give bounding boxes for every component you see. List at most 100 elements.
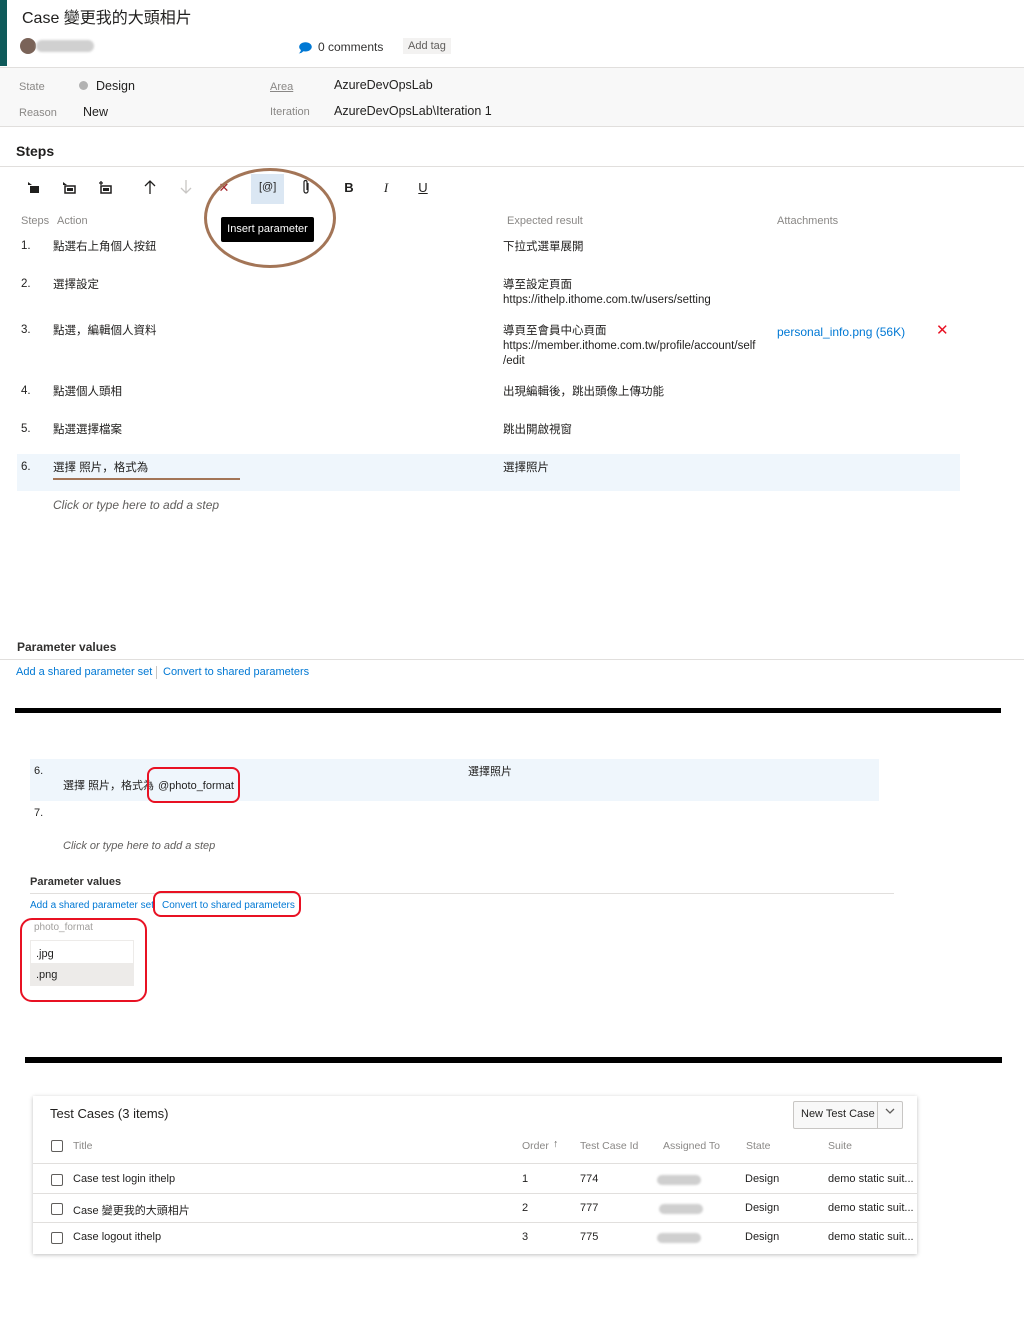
state-value[interactable]: Design [96,79,135,93]
reason-value[interactable]: New [83,105,108,119]
row-divider [33,1222,917,1223]
state-dot-icon [79,81,88,90]
test-case-id: 775 [580,1231,599,1243]
step-expected[interactable]: 跳出開啟視窗 [503,423,572,438]
col-assigned-to[interactable]: Assigned To [663,1140,720,1152]
step-expected-url-cont[interactable]: /edit [503,354,525,369]
step-action[interactable]: 點選選擇檔案 [53,423,122,438]
col-action: Action [57,215,88,227]
link-separator [156,666,157,679]
annotation-box [147,767,240,803]
test-case-state: Design [745,1202,780,1214]
test-case-order: 3 [522,1231,529,1243]
annotation-circle [204,168,336,268]
iteration-label: Iteration [270,106,310,118]
assigned-user-name-blurred[interactable] [36,40,94,52]
row-divider [33,1193,917,1194]
split-divider [877,1102,878,1128]
step-action[interactable]: 點選個人頭相 [53,385,122,400]
editing-underline [53,478,240,480]
step-number: 6. [34,765,44,777]
add-shared-parameter-link[interactable]: Add a shared parameter set [16,666,152,678]
avatar[interactable] [20,38,36,54]
comments-link[interactable]: 0 comments [318,40,383,54]
selected-step-row[interactable] [17,454,960,491]
parameter-values-title: Parameter values [30,876,122,888]
insert-step-icon[interactable] [23,180,43,197]
underline-button[interactable]: U [413,180,433,195]
test-case-order: 2 [522,1202,529,1214]
italic-button[interactable]: I [376,180,396,196]
step-action[interactable]: 選擇設定 [53,278,99,293]
iteration-value[interactable]: AzureDevOpsLab\Iteration 1 [334,104,492,118]
new-test-case-button[interactable]: New Test Case [801,1108,875,1120]
step-number: 1. [21,240,31,252]
step-number: 5. [21,423,31,435]
annotation-box [153,891,301,917]
select-all-checkbox[interactable] [51,1140,63,1152]
step-action[interactable]: 選擇 照片，格式為 [63,779,154,794]
create-shared-steps-icon[interactable] [96,180,116,197]
row-checkbox[interactable] [51,1232,63,1244]
step-action[interactable]: 點選，編輯個人資料 [53,324,157,339]
step-expected[interactable]: 下拉式選單展開 [503,240,584,255]
test-case-suite: demo static suit... [828,1231,914,1243]
step-number: 6. [21,461,31,473]
col-steps: Steps [21,215,50,227]
step-action[interactable]: 點選右上角個人按鈕 [53,240,157,255]
step-number: 4. [21,385,31,397]
section-divider [25,1057,1002,1063]
step-expected-url[interactable]: https://member.ithome.com.tw/profile/acc… [503,339,755,354]
params-divider [0,659,1024,660]
annotation-box [20,918,147,1002]
parameter-values-title: Parameter values [17,640,117,654]
bold-button[interactable]: B [339,180,359,195]
remove-attachment-icon[interactable]: ✕ [936,321,949,339]
comments-icon[interactable]: 🗩 [298,39,312,61]
step-expected[interactable]: 出現編輯後，跳出頭像上傳功能 [503,385,664,400]
step-expected[interactable]: 導至設定頁面 [503,278,572,293]
step-number: 2. [21,278,31,290]
add-tag-button[interactable]: Add tag [403,38,451,54]
row-checkbox[interactable] [51,1174,63,1186]
step-number: 7. [34,807,44,819]
area-value[interactable]: AzureDevOpsLab [334,78,433,92]
move-step-down-icon[interactable] [176,179,196,198]
move-step-up-icon[interactable] [140,179,160,198]
table-header-divider [33,1163,917,1164]
convert-shared-parameters-link[interactable]: Convert to shared parameters [163,666,309,678]
test-cases-title: Test Cases (3 items) [50,1106,169,1121]
col-state[interactable]: State [746,1140,771,1152]
test-case-order: 1 [522,1173,529,1185]
test-case-title[interactable]: Case 變更我的大頭相片 [73,1202,190,1218]
add-shared-parameter-link[interactable]: Add a shared parameter set [30,900,154,911]
area-label: Area [270,81,294,93]
attachment-link[interactable]: personal_info.png (56K) [777,325,905,339]
work-item-title[interactable]: Case 變更我的大頭相片 [22,4,192,28]
add-step-placeholder[interactable]: Click or type here to add a step [53,498,219,512]
insert-shared-steps-icon[interactable] [59,180,79,197]
step-expected-url[interactable]: https://ithelp.ithome.com.tw/users/setti… [503,293,711,308]
reason-label: Reason [19,107,57,119]
step-expected[interactable]: 選擇照片 [503,461,549,476]
assigned-to-blurred [657,1175,701,1185]
col-test-case-id[interactable]: Test Case Id [580,1140,638,1152]
col-title[interactable]: Title [73,1140,92,1152]
test-case-title[interactable]: Case test login ithelp [73,1173,175,1185]
test-case-id: 774 [580,1173,599,1185]
test-case-title[interactable]: Case logout ithelp [73,1231,161,1243]
col-suite[interactable]: Suite [828,1140,852,1152]
fields-panel [0,67,1024,127]
add-step-placeholder[interactable]: Click or type here to add a step [63,840,215,852]
col-order[interactable]: Order [522,1140,549,1152]
chevron-down-icon[interactable] [884,1105,896,1120]
assigned-to-blurred [657,1233,701,1243]
test-case-suite: demo static suit... [828,1173,914,1185]
step-expected[interactable]: 選擇照片 [468,765,512,780]
work-item-type-accent [0,0,7,66]
row-checkbox[interactable] [51,1203,63,1215]
section-divider [15,708,1001,713]
col-attachments: Attachments [777,215,839,227]
step-expected[interactable]: 導頁至會員中心頁面 [503,324,607,339]
step-action[interactable]: 選擇 照片，格式為 [53,461,148,476]
